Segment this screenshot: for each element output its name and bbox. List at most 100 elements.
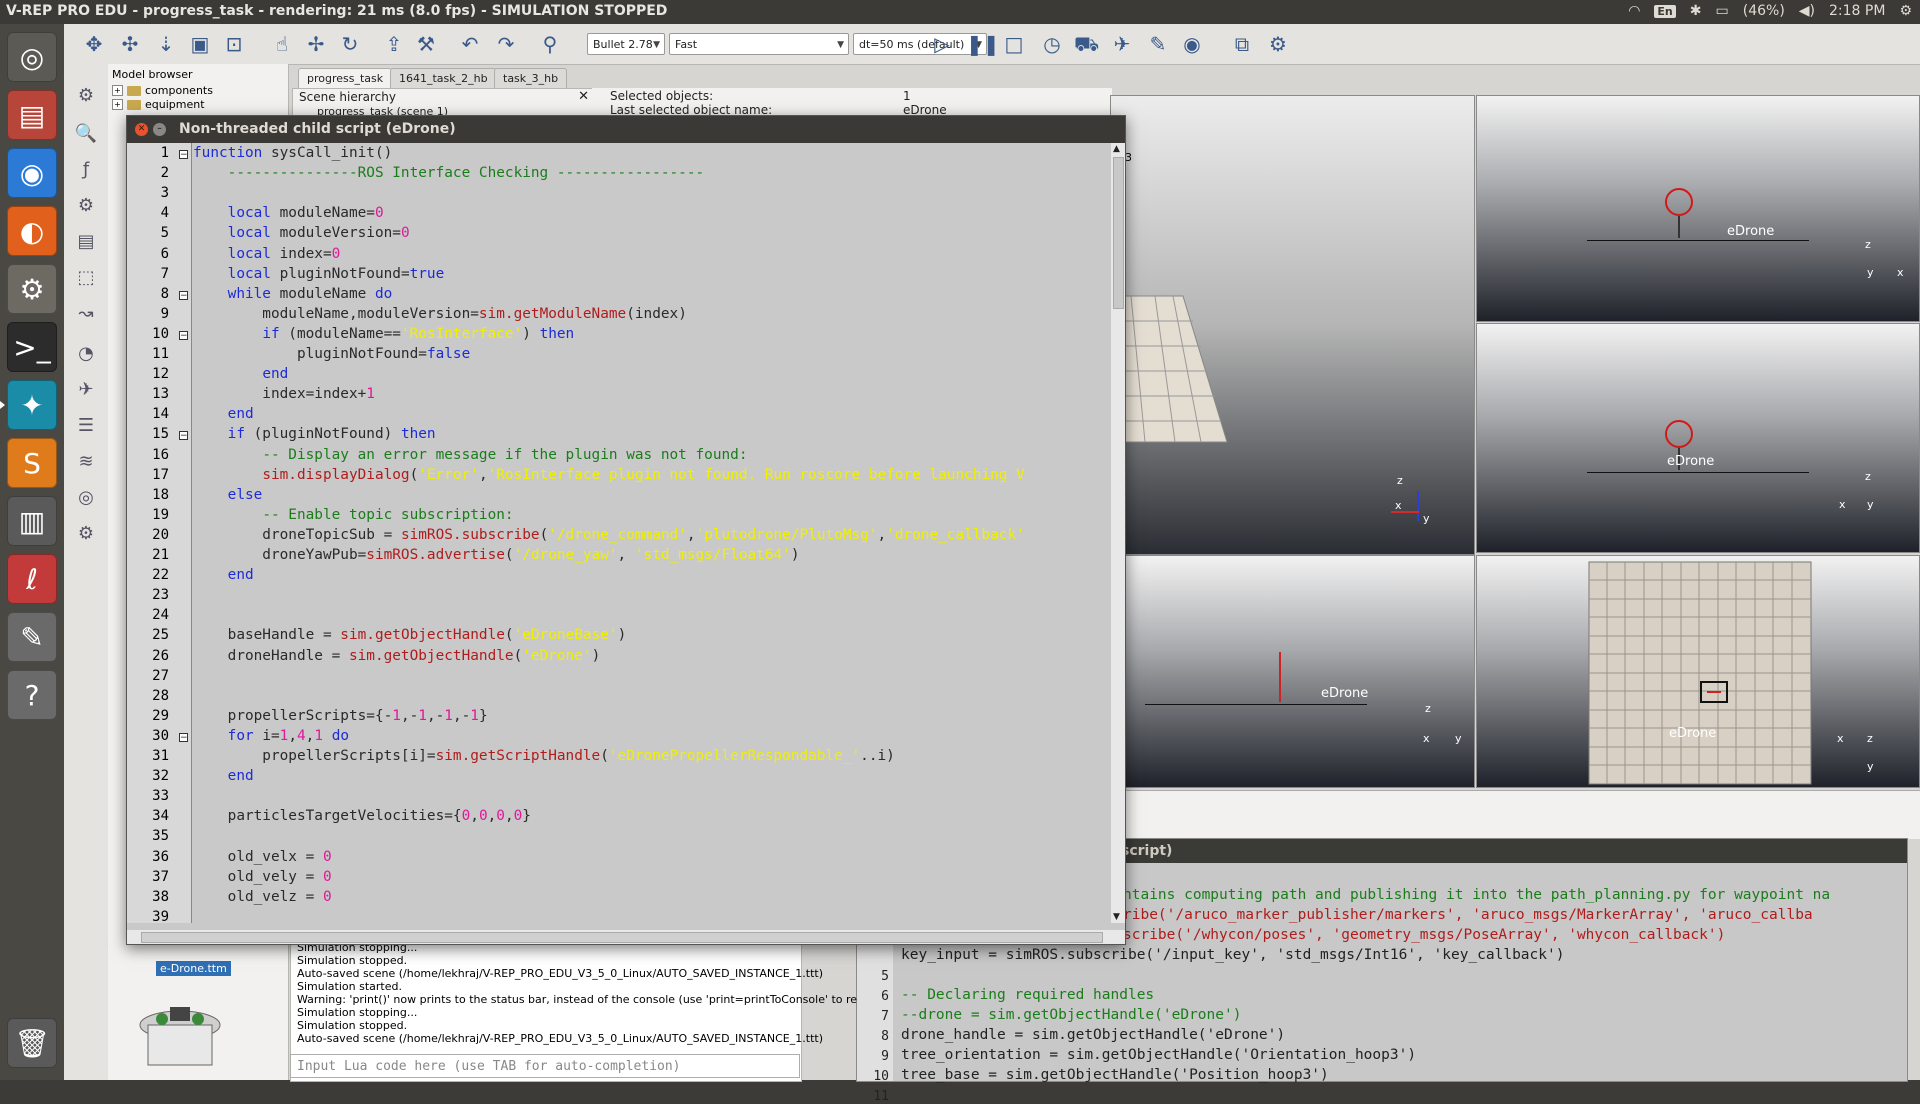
stop-icon[interactable]: □ (1002, 32, 1026, 56)
terminal-icon[interactable]: >_ (7, 322, 57, 372)
gears-icon[interactable]: ⚙ (74, 522, 98, 546)
layers-icon[interactable]: ⚙ (1266, 32, 1290, 56)
pdf-viewer-icon[interactable]: ℓ (7, 554, 57, 604)
camera-angle-icon[interactable]: ▣ (188, 32, 212, 56)
ground-line (1587, 472, 1809, 473)
expand-icon[interactable]: + (112, 85, 123, 96)
firefox-icon[interactable]: ◐ (7, 206, 57, 256)
code-line: drone_handle = sim.getObjectHandle('eDro… (901, 1027, 1286, 1043)
viewport-side[interactable]: eDrone z x y (1476, 323, 1920, 553)
keyboard-layout-indicator[interactable]: En (1654, 4, 1676, 18)
vrep-icon[interactable]: ✦ (0, 380, 57, 430)
clock[interactable]: 2:18 PM (1829, 3, 1885, 19)
code-line: if (moduleName=='RosInterface') then (262, 325, 575, 342)
object-rotate-icon[interactable]: ↻ (338, 32, 362, 56)
model-folder-components[interactable]: + components (112, 84, 213, 97)
expand-icon[interactable]: + (112, 99, 123, 110)
model-folder-equipment[interactable]: + equipment (112, 98, 205, 111)
minimize-icon[interactable]: – (153, 123, 166, 136)
page-icon[interactable]: ▤ (74, 230, 98, 254)
drone-model-thumbnail[interactable] (130, 995, 230, 1075)
scroll-down-icon[interactable]: ▼ (1113, 912, 1120, 922)
collection-icon[interactable]: ⬚ (74, 266, 98, 290)
dialog-titlebar[interactable]: ✕ – Non-threaded child script (eDrone) (127, 116, 1125, 143)
object-select-icon[interactable]: ☝ (270, 32, 294, 56)
line-number: 28 (152, 687, 169, 704)
text-editor-icon[interactable]: ✎ (7, 612, 57, 662)
disk-icon[interactable]: ▥ (7, 496, 57, 546)
simulation-speed-select[interactable]: Fast ▼ (669, 33, 849, 55)
viewport-perspective[interactable]: 3 z x y (1110, 95, 1475, 555)
volume-icon[interactable]: ◀) (1799, 3, 1815, 19)
assemble-icon[interactable]: ⇪ (382, 32, 406, 56)
shift-camera-icon[interactable]: ⇣ (154, 32, 178, 56)
fold-toggle-icon[interactable]: − (179, 290, 188, 300)
settings-icon[interactable]: ⚙ (7, 264, 57, 314)
redo-icon[interactable]: ↷ (494, 32, 518, 56)
undo-icon[interactable]: ↶ (458, 32, 482, 56)
slower-icon[interactable]: ⛟ (1074, 32, 1099, 56)
battery-icon[interactable]: ▭ (1716, 3, 1729, 19)
viewport-front[interactable]: eDrone z y x (1476, 95, 1920, 322)
axis-y-label: y (1867, 266, 1874, 279)
sublime-text-icon[interactable]: S (7, 438, 57, 488)
line-number: 37 (152, 868, 169, 885)
thread-rendering-icon[interactable]: ✎ (1146, 32, 1170, 56)
lua-command-input[interactable]: Input Lua code here (use TAB for auto-co… (290, 1054, 800, 1078)
settings-gear-icon[interactable]: ⚙ (1899, 3, 1912, 19)
object-shift-icon[interactable]: ✢ (304, 32, 328, 56)
transfer-dna-icon[interactable]: ⚒ (414, 32, 438, 56)
trash-icon[interactable]: 🗑 (7, 1018, 57, 1068)
scroll-up-icon[interactable]: ▲ (1113, 144, 1120, 154)
axis-z-label: z (1397, 474, 1403, 487)
realtime-icon[interactable]: ◷ (1040, 32, 1064, 56)
ik-icon[interactable]: ✈ (74, 378, 98, 402)
scroll-thumb[interactable] (141, 932, 1103, 943)
tab-task-2[interactable]: 1641_task_2_hb (390, 68, 497, 89)
chrome-icon[interactable]: ◉ (7, 148, 57, 198)
tab-task-3[interactable]: task_3_hb (494, 68, 568, 89)
files-icon[interactable]: ▤ (7, 90, 57, 140)
scene-page-icon[interactable]: ⧉ (1230, 32, 1254, 56)
fold-toggle-icon[interactable]: − (179, 330, 188, 340)
dash-home-icon[interactable]: ◎ (7, 32, 57, 82)
visualization-icon[interactable]: ◉ (1180, 32, 1204, 56)
battery-percent: (46%) (1742, 3, 1785, 19)
bluetooth-icon[interactable]: ✱ (1690, 3, 1702, 19)
fold-toggle-icon[interactable]: − (179, 150, 188, 160)
fold-toggle-icon[interactable]: − (179, 431, 188, 441)
code-editor[interactable]: function sysCall_init() ---------------R… (193, 143, 1108, 923)
tab-progress-task[interactable]: progress_task (298, 68, 393, 89)
wifi-icon[interactable]: ◠ (1628, 3, 1640, 19)
path-icon[interactable]: ↝ (74, 302, 98, 326)
shapes-icon[interactable]: ◔ (74, 342, 98, 366)
move-camera-icon[interactable]: ✥ (82, 32, 106, 56)
sensor-icon[interactable]: ◎ (74, 486, 98, 510)
list-icon[interactable]: ☰ (74, 414, 98, 438)
play-icon[interactable]: ▷ (930, 32, 954, 56)
viewport-top[interactable]: eDrone x z y (1476, 555, 1920, 788)
close-icon[interactable]: ✕ (578, 89, 589, 104)
close-icon[interactable]: ✕ (135, 123, 148, 136)
scroll-thumb[interactable] (1113, 157, 1124, 309)
horizontal-scrollbar[interactable] (127, 930, 1125, 944)
model-icon[interactable]: ⚙ (74, 194, 98, 218)
simulation-settings-icon[interactable]: ⚙ (74, 84, 98, 108)
line-number: 14 (152, 406, 169, 423)
code-line: end (227, 567, 254, 584)
fold-toggle-icon[interactable]: − (179, 732, 188, 742)
fit-view-icon[interactable]: ⊡ (222, 32, 246, 56)
help-icon[interactable]: ? (7, 670, 57, 720)
layers-stack-icon[interactable]: ≋ (74, 450, 98, 474)
faster-icon[interactable]: ✈ (1110, 32, 1134, 56)
zoom-icon[interactable]: 🔍 (74, 122, 98, 146)
viewport-right[interactable]: eDrone z x y (1110, 555, 1475, 788)
rotate-camera-icon[interactable]: ✣ (118, 32, 142, 56)
physics-engine-select[interactable]: Bullet 2.78 ▼ (587, 33, 665, 55)
line-number: 25 (152, 627, 169, 644)
pause-icon[interactable]: ❚❚ (966, 32, 1000, 56)
function-icon[interactable]: ƒ (74, 158, 98, 182)
model-thumbnail-label[interactable]: e-Drone.ttm (156, 961, 231, 976)
vertical-scrollbar[interactable]: ▲ ▼ (1111, 143, 1125, 923)
dynamics-icon[interactable]: ⚲ (538, 32, 562, 56)
